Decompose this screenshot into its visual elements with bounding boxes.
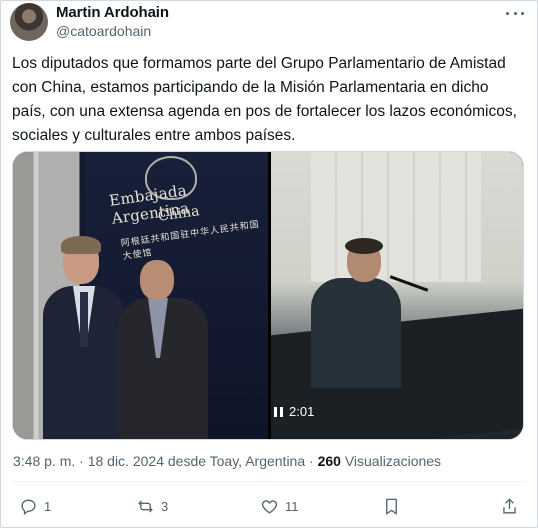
tweet-meta: 3:48 p. m. · 18 dic. 2024 desde Toay, Ar… [13, 453, 441, 469]
reply-button[interactable]: 1 [19, 496, 51, 516]
pause-icon[interactable] [274, 406, 283, 417]
like-button[interactable]: 11 [260, 496, 299, 516]
bookmark-icon [386, 498, 397, 515]
timestamp[interactable]: 3:48 p. m. · 18 dic. 2024 desde Toay, Ar… [13, 453, 314, 469]
share-button[interactable] [500, 496, 519, 516]
bookmark-button[interactable] [382, 496, 401, 516]
reply-count: 1 [44, 498, 52, 514]
tweet-text: Los diputados que formamos parte del Gru… [12, 55, 517, 144]
photo-embassy[interactable]: Embajada Argentina China 阿根廷共和国驻中华人民共和国大… [13, 152, 268, 439]
heart-icon [261, 499, 278, 514]
video-duration: 2:01 [289, 404, 315, 419]
divider [12, 481, 526, 482]
repost-icon [138, 499, 153, 513]
repost-count: 3 [161, 498, 169, 514]
repost-button[interactable]: 3 [136, 496, 168, 516]
person-right [118, 260, 208, 439]
media-grid: Embajada Argentina China 阿根廷共和国驻中华人民共和国大… [12, 151, 524, 440]
reply-icon [21, 498, 36, 515]
author-name[interactable]: Martin Ardohain [56, 4, 169, 21]
avatar[interactable] [10, 3, 48, 41]
views-count: 260 [317, 453, 341, 469]
more-icon[interactable] [506, 6, 524, 20]
like-count: 11 [285, 498, 299, 514]
person-left [43, 236, 125, 439]
video-thumbnail[interactable] [271, 152, 523, 439]
person-speaking [311, 238, 401, 388]
views-label: Visualizaciones [344, 453, 442, 469]
share-icon [503, 497, 516, 514]
author-handle[interactable]: @catoardohain [56, 23, 151, 39]
video-controls[interactable]: 2:01 [274, 404, 314, 419]
